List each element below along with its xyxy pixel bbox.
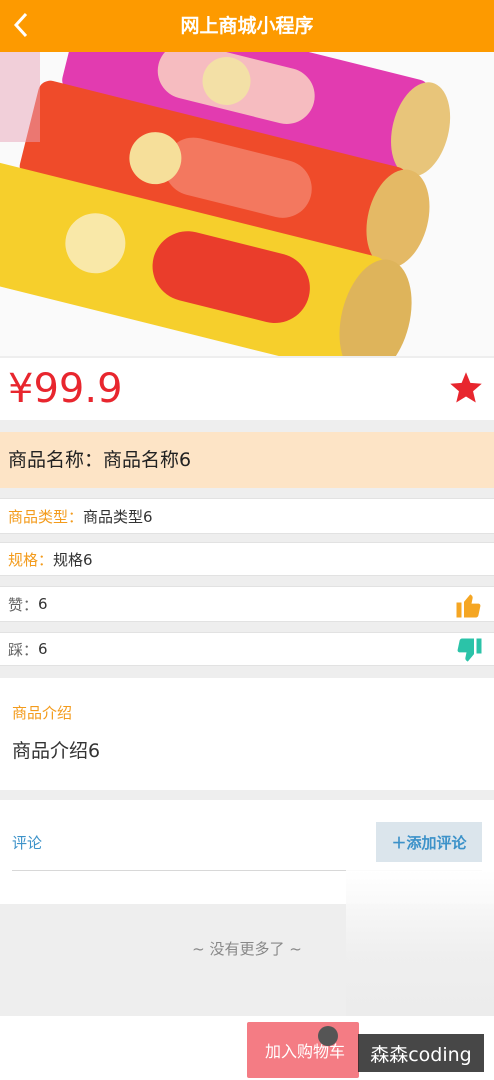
product-name-label: 商品名称： bbox=[8, 449, 104, 471]
product-image bbox=[0, 52, 494, 356]
spec-row: 规格： 规格6 bbox=[0, 542, 494, 576]
product-type-label: 商品类型： bbox=[8, 507, 84, 526]
dislike-label: 踩： bbox=[8, 640, 39, 659]
product-intro-section: 商品介绍 商品介绍6 bbox=[0, 678, 494, 790]
thumbs-down-icon[interactable] bbox=[454, 636, 484, 666]
watermark: 森森coding bbox=[358, 1034, 484, 1072]
thumbs-up-icon[interactable] bbox=[454, 590, 484, 620]
product-type-row: 商品类型： 商品类型6 bbox=[0, 498, 494, 534]
intro-label: 商品介绍 bbox=[12, 704, 73, 722]
price-row: ¥99.9 bbox=[0, 358, 494, 420]
comments-label: 评论 bbox=[12, 834, 43, 852]
product-name-value: 商品名称6 bbox=[103, 449, 192, 471]
intro-text: 商品介绍6 bbox=[12, 740, 101, 762]
no-more-text: ~ 没有更多了 ~ bbox=[192, 940, 302, 958]
app-header: 网上商城小程序 bbox=[0, 0, 494, 52]
price: ¥99.9 bbox=[8, 366, 123, 412]
product-type-value: 商品类型6 bbox=[83, 507, 153, 526]
cursor-dot bbox=[318, 1026, 338, 1046]
dislike-row: 踩： 6 bbox=[0, 632, 494, 666]
page-title: 网上商城小程序 bbox=[180, 15, 314, 37]
product-name-row: 商品名称：商品名称6 bbox=[0, 432, 494, 488]
like-count: 6 bbox=[38, 595, 48, 613]
spec-label: 规格： bbox=[8, 550, 54, 569]
spec-value: 规格6 bbox=[53, 550, 93, 569]
like-row: 赞： 6 bbox=[0, 586, 494, 622]
dislike-count: 6 bbox=[38, 640, 48, 658]
add-comment-button[interactable]: ＋添加评论 bbox=[376, 822, 482, 862]
add-to-cart-button[interactable]: 加入购物车 bbox=[247, 1022, 359, 1078]
chips-cans-illustration bbox=[0, 52, 494, 356]
star-icon[interactable] bbox=[448, 370, 484, 406]
like-label: 赞： bbox=[8, 595, 39, 614]
